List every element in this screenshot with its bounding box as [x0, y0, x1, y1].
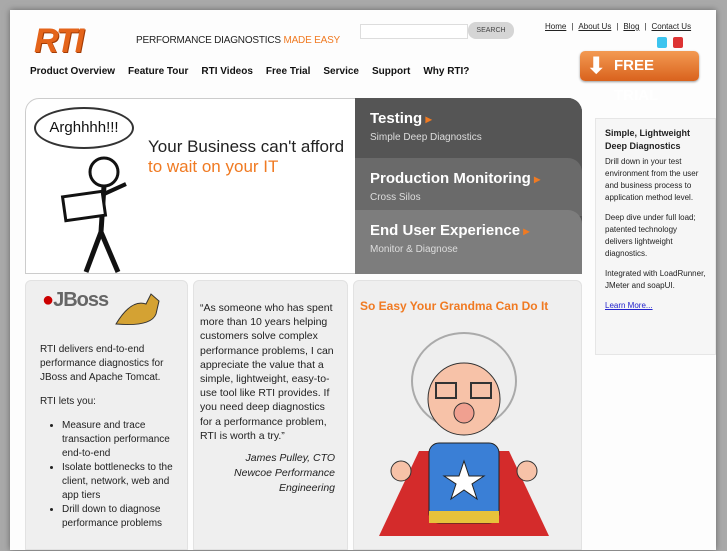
tab-subtitle: Simple Deep Diagnostics [370, 132, 482, 143]
sidebar-title: Simple, Lightweight Deep Diagnostics [605, 128, 690, 151]
speech-bubble: Arghhhh!!! [34, 107, 134, 149]
sidebar-callout: Simple, Lightweight Deep Diagnostics Dri… [595, 118, 716, 355]
sidebar-paragraph: Deep dive under full load; patented tech… [605, 213, 696, 258]
search-button[interactable]: SEARCH [468, 22, 514, 39]
home-link[interactable]: Home [545, 22, 566, 31]
jboss-column: ●JBoss RTI delivers end-to-end performan… [25, 280, 188, 550]
list-item: Drill down to diagnose performance probl… [62, 503, 173, 531]
tab-subtitle: Cross Silos [370, 192, 421, 203]
hero-subheadline: to wait on your IT [148, 157, 279, 176]
twitter-icon[interactable] [657, 37, 667, 48]
tomcat-logo [115, 293, 160, 325]
grandma-column: So Easy Your Grandma Can Do It [353, 280, 582, 550]
nav-product-overview[interactable]: Product Overview [30, 66, 115, 77]
grandma-superhero-illustration [379, 332, 549, 536]
tab-production-monitoring[interactable]: Production Monitoring Cross Silos [355, 158, 582, 216]
main-nav: Product Overview Feature Tour RTI Videos Fr… [30, 66, 482, 77]
testimonial-author: James Pulley, CTO [245, 452, 335, 465]
testimonial-column: “As someone who has spent more than 10 y… [193, 280, 348, 550]
list-item: Measure and trace transaction performanc… [62, 419, 173, 461]
tagline: PERFORMANCE DIAGNOSTICS MADE EASY [136, 35, 340, 46]
blog-link[interactable]: Blog [623, 22, 639, 31]
feature-tabs: Testing Simple Deep Diagnostics Productio… [355, 98, 582, 274]
grandma-title: So Easy Your Grandma Can Do It [360, 299, 549, 313]
learn-more-link[interactable]: Learn More... [605, 301, 653, 310]
sidebar-paragraph: Integrated with LoadRunner, JMeter and s… [605, 269, 706, 290]
feature-list: Measure and trace transaction performanc… [62, 419, 173, 531]
nav-free-trial[interactable]: Free Trial [266, 66, 310, 77]
tab-title: End User Experience [370, 222, 567, 239]
arrow-down-icon: ⬇ [587, 53, 606, 78]
tab-end-user-experience[interactable]: End User Experience Monitor & Diagnose [355, 210, 582, 274]
stick-figure-illustration [60, 156, 127, 273]
tab-title: Production Monitoring [370, 170, 567, 187]
sidebar-paragraph: Drill down in your test environment from… [605, 157, 699, 202]
hero-banner: Arghhhh!!! Your Business can't afford to… [25, 98, 356, 274]
rti-logo[interactable]: RTI [34, 22, 84, 61]
nav-support[interactable]: Support [372, 66, 410, 77]
tab-testing[interactable]: Testing Simple Deep Diagnostics [355, 98, 582, 156]
free-trial-button[interactable]: ⬇ FREE TRIAL [580, 51, 699, 104]
top-links: Home | About Us | Blog | Contact Us [545, 22, 692, 31]
lets-text: RTI lets you: [40, 396, 96, 407]
tab-subtitle: Monitor & Diagnose [370, 244, 458, 255]
contact-link[interactable]: Contact Us [652, 22, 692, 31]
search-input[interactable] [360, 24, 468, 39]
jboss-logo: ●JBoss [42, 289, 109, 311]
nav-feature-tour[interactable]: Feature Tour [128, 66, 188, 77]
testimonial-quote: “As someone who has spent more than 10 y… [200, 302, 334, 442]
free-trial-label: FREE TRIAL [614, 57, 659, 104]
youtube-icon[interactable] [673, 37, 683, 48]
page: RTI PERFORMANCE DIAGNOSTICS MADE EASY SE… [10, 10, 716, 550]
nav-why-rti[interactable]: Why RTI? [423, 66, 469, 77]
hero-headline: Your Business can't afford [148, 137, 345, 156]
nav-service[interactable]: Service [323, 66, 359, 77]
testimonial-company: Newcoe Performance Engineering [234, 467, 335, 495]
tagline-main: PERFORMANCE DIAGNOSTICS [136, 35, 281, 46]
list-item: Isolate bottlenecks to the client, netwo… [62, 461, 173, 503]
intro-text: RTI delivers end-to-end performance diag… [40, 344, 164, 383]
nav-rti-videos[interactable]: RTI Videos [201, 66, 253, 77]
about-link[interactable]: About Us [578, 22, 611, 31]
tagline-accent: MADE EASY [283, 35, 341, 46]
tab-title: Testing [370, 110, 567, 127]
